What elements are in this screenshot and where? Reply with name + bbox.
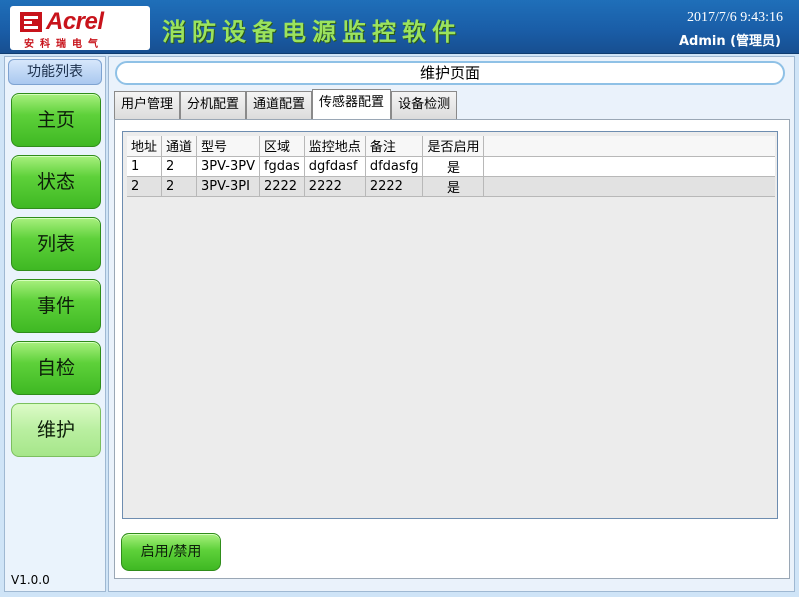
sensor-table-container: 地址 通道 型号 区域 监控地点 备注 是否启用 1 2 3PV-3PV fgd… (122, 131, 778, 519)
nav-home-button[interactable]: 主页 (11, 93, 101, 147)
sensor-table: 地址 通道 型号 区域 监控地点 备注 是否启用 1 2 3PV-3PV fgd… (127, 136, 775, 197)
cell-location: 2222 (304, 176, 366, 197)
datetime-display: 2017/7/6 9:43:16 (686, 10, 783, 25)
tab-device-check[interactable]: 设备检测 (391, 91, 458, 119)
cell-filler (483, 156, 775, 177)
table-header-row: 地址 通道 型号 区域 监控地点 备注 是否启用 (127, 136, 775, 157)
column-header-area[interactable]: 区域 (259, 136, 305, 157)
nav-list-button[interactable]: 列表 (11, 217, 101, 271)
cell-remark: 2222 (365, 176, 424, 197)
page-title: 维护页面 (115, 61, 785, 85)
enable-disable-button[interactable]: 启用/禁用 (121, 533, 221, 571)
cell-enabled: 是 (422, 156, 485, 177)
table-row[interactable]: 2 2 3PV-3PI 2222 2222 2222 是 (127, 176, 775, 197)
column-header-model[interactable]: 型号 (196, 136, 260, 157)
table-row[interactable]: 1 2 3PV-3PV fgdas dgfdasf dfdasfg 是 (127, 156, 775, 177)
cell-remark: dfdasfg (365, 156, 424, 177)
cell-filler (483, 176, 775, 197)
column-header-address[interactable]: 地址 (127, 136, 163, 157)
nav-selftest-button[interactable]: 自检 (11, 341, 101, 395)
app-header: Acrel 安科瑞电气 消防设备电源监控软件 2017/7/6 9:43:16 … (0, 0, 799, 54)
tab-user-management[interactable]: 用户管理 (114, 91, 181, 119)
column-header-channel[interactable]: 通道 (161, 136, 198, 157)
cell-enabled: 是 (422, 176, 485, 197)
acrel-logo-icon (20, 12, 42, 32)
version-label: V1.0.0 (11, 573, 50, 587)
tab-sensor-config[interactable]: 传感器配置 (312, 89, 392, 119)
cell-channel: 2 (161, 156, 198, 177)
current-user: Admin (管理员) (678, 34, 781, 49)
main-panel: 维护页面 用户管理 分机配置 通道配置 传感器配置 设备检测 地址 通道 型号 … (108, 56, 795, 592)
column-header-enabled[interactable]: 是否启用 (422, 136, 485, 157)
cell-address: 1 (127, 156, 163, 177)
cell-area: fgdas (259, 156, 305, 177)
sidebar: 功能列表 主页 状态 列表 事件 自检 维护 V1.0.0 (4, 56, 106, 592)
cell-area: 2222 (259, 176, 305, 197)
logo-text: Acrel (46, 8, 104, 35)
cell-model: 3PV-3PI (196, 176, 260, 197)
tab-extension-config[interactable]: 分机配置 (180, 91, 247, 119)
cell-address: 2 (127, 176, 163, 197)
cell-location: dgfdasf (304, 156, 366, 177)
column-header-location[interactable]: 监控地点 (304, 136, 366, 157)
nav-events-button[interactable]: 事件 (11, 279, 101, 333)
cell-model: 3PV-3PV (196, 156, 260, 177)
column-header-remark[interactable]: 备注 (365, 136, 424, 157)
cell-channel: 2 (161, 176, 198, 197)
app-title: 消防设备电源监控软件 (162, 17, 462, 46)
acrel-logo: Acrel 安科瑞电气 (10, 6, 150, 50)
sensor-config-panel: 地址 通道 型号 区域 监控地点 备注 是否启用 1 2 3PV-3PV fgd… (114, 119, 790, 579)
logo-subtitle: 安科瑞电气 (24, 39, 104, 50)
sidebar-header: 功能列表 (8, 59, 102, 85)
column-header-filler (483, 136, 775, 157)
tab-channel-config[interactable]: 通道配置 (246, 91, 313, 119)
nav-status-button[interactable]: 状态 (11, 155, 101, 209)
tab-bar: 用户管理 分机配置 通道配置 传感器配置 设备检测 (114, 89, 458, 119)
nav-maintenance-button[interactable]: 维护 (11, 403, 101, 457)
